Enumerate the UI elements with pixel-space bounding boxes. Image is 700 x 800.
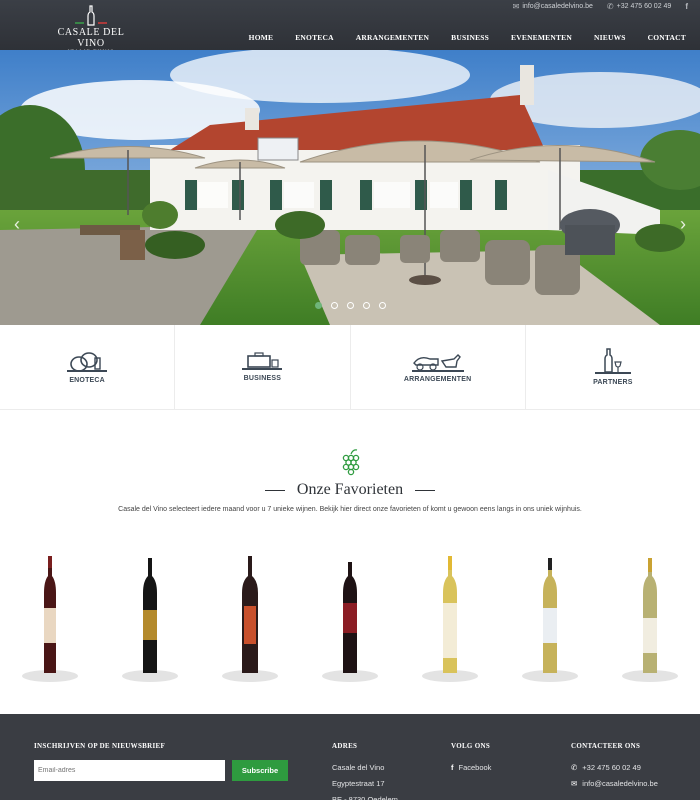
tile-enoteca[interactable]: ENOTECA bbox=[0, 325, 176, 409]
address-line-3: BE - 8730 Oedelem bbox=[332, 795, 398, 800]
page: ✉ info@casaledelvino.be ✆ +32 475 60 02 … bbox=[0, 0, 700, 800]
footer-address: ADRES Casale del Vino Egyptestraat 17 BE… bbox=[332, 742, 398, 800]
barrels-icon bbox=[67, 352, 108, 372]
red-wine-bottle-4[interactable] bbox=[320, 548, 380, 688]
contact-phone-text[interactable]: +32 475 60 02 49 bbox=[582, 760, 641, 776]
footer-follow: VOLG ONS f Facebook bbox=[451, 742, 491, 776]
nav-arrangementen[interactable]: ARRANGEMENTEN bbox=[345, 33, 440, 42]
grapes-icon bbox=[342, 449, 360, 476]
hero-image bbox=[0, 50, 700, 325]
slider-next-icon[interactable]: › bbox=[680, 215, 686, 233]
slider-dot-1[interactable] bbox=[314, 302, 322, 309]
wine-item[interactable] bbox=[100, 548, 200, 698]
nav-home[interactable]: HOME bbox=[238, 33, 285, 42]
favorites-title: Onze Favorieten bbox=[296, 481, 404, 498]
phone-icon: ✆ bbox=[571, 763, 578, 772]
contact-email-text[interactable]: info@casaledelvino.be bbox=[582, 776, 658, 792]
topbar-phone-text[interactable]: +32 475 60 02 49 bbox=[617, 3, 672, 10]
top-bar: ✉ info@casaledelvino.be ✆ +32 475 60 02 … bbox=[513, 2, 688, 11]
briefcase-icon bbox=[242, 352, 283, 370]
tile-partners-label: PARTNERS bbox=[593, 379, 633, 386]
site-footer: INSCHRIJVEN OP DE NIEUWSBRIEF ADRES Casa… bbox=[0, 714, 700, 800]
topbar-email-text[interactable]: info@casaledelvino.be bbox=[522, 3, 593, 10]
red-wine-bottle-2[interactable] bbox=[120, 548, 180, 688]
tile-partners[interactable]: PARTNERS bbox=[526, 325, 700, 409]
nav-nieuws[interactable]: NIEUWS bbox=[583, 33, 637, 42]
wine-item[interactable] bbox=[300, 548, 400, 698]
topbar-phone[interactable]: ✆ +32 475 60 02 49 bbox=[607, 2, 671, 11]
heading-rule-right bbox=[415, 489, 436, 491]
wine-bottle-logo-icon bbox=[75, 5, 107, 26]
bottle-glass-icon bbox=[594, 348, 631, 374]
site-header: ✉ info@casaledelvino.be ✆ +32 475 60 02 … bbox=[0, 0, 700, 55]
slider-dot-2[interactable] bbox=[330, 302, 338, 309]
tile-enoteca-label: ENOTECA bbox=[69, 377, 105, 384]
wine-item[interactable] bbox=[600, 548, 700, 698]
address-lines: Casale del Vino Egyptestraat 17 BE - 873… bbox=[332, 760, 398, 800]
horse-carriage-icon bbox=[411, 354, 464, 372]
nav-enoteca[interactable]: ENOTECA bbox=[284, 33, 345, 42]
tile-arrangementen[interactable]: ARRANGEMENTEN bbox=[351, 325, 526, 409]
contact-email[interactable]: ✉ info@casaledelvino.be bbox=[571, 776, 658, 792]
wine-bottle-row bbox=[0, 548, 700, 698]
topbar-email[interactable]: ✉ info@casaledelvino.be bbox=[513, 2, 593, 11]
favorites-heading: Onze Favorieten bbox=[0, 481, 700, 499]
contact-lines: ✆ +32 475 60 02 49 ✉ info@casaledelvino.… bbox=[571, 760, 658, 792]
tile-business-label: BUSINESS bbox=[243, 375, 282, 382]
contact-phone[interactable]: ✆ +32 475 60 02 49 bbox=[571, 760, 658, 776]
contact-heading: CONTACTEER ONS bbox=[571, 742, 641, 750]
logo-brand: CASALE DEL VINO bbox=[57, 27, 125, 49]
slider-pagination bbox=[0, 302, 700, 309]
tile-business[interactable]: BUSINESS bbox=[175, 325, 351, 409]
slider-prev-icon[interactable]: ‹ bbox=[14, 215, 20, 233]
white-wine-bottle-3[interactable] bbox=[620, 548, 680, 688]
phone-icon: ✆ bbox=[606, 2, 614, 11]
slider-dot-4[interactable] bbox=[362, 302, 370, 309]
site-logo[interactable]: CASALE DEL VINO ITALIE THUIS bbox=[48, 4, 134, 55]
nav-evenementen[interactable]: EVENEMENTEN bbox=[500, 33, 583, 42]
red-wine-bottle-3[interactable] bbox=[220, 548, 280, 688]
main-nav: HOME ENOTECA ARRANGEMENTEN BUSINESS EVEN… bbox=[238, 33, 688, 42]
nav-contact[interactable]: CONTACT bbox=[637, 33, 688, 42]
facebook-label[interactable]: Facebook bbox=[459, 760, 492, 776]
newsletter-email-input[interactable] bbox=[34, 760, 225, 781]
hero-slider: ‹ › bbox=[0, 50, 700, 325]
subscribe-button[interactable]: Subscribe bbox=[232, 760, 288, 781]
wine-item[interactable] bbox=[200, 548, 300, 698]
nav-business[interactable]: BUSINESS bbox=[440, 33, 500, 42]
envelope-icon: ✉ bbox=[512, 2, 520, 11]
wine-item[interactable] bbox=[400, 548, 500, 698]
heading-rule-left bbox=[264, 489, 285, 491]
facebook-link[interactable]: f bbox=[685, 2, 688, 11]
address-line-2: Egyptestraat 17 bbox=[332, 779, 385, 788]
follow-heading: VOLG ONS bbox=[451, 742, 491, 750]
envelope-icon: ✉ bbox=[571, 779, 578, 788]
facebook-icon[interactable]: f bbox=[685, 2, 688, 11]
facebook-icon: f bbox=[451, 763, 454, 772]
white-wine-bottle-2[interactable] bbox=[520, 548, 580, 688]
wine-item[interactable] bbox=[0, 548, 100, 698]
slider-dot-5[interactable] bbox=[378, 302, 386, 309]
address-heading: ADRES bbox=[332, 742, 358, 750]
tile-arrangementen-label: ARRANGEMENTEN bbox=[403, 376, 472, 383]
favorites-description: Casale del Vino selecteert iedere maand … bbox=[118, 506, 582, 513]
address-line-1: Casale del Vino bbox=[332, 763, 385, 772]
red-wine-bottle-1[interactable] bbox=[20, 548, 80, 688]
slider-dot-3[interactable] bbox=[346, 302, 354, 309]
newsletter-heading: INSCHRIJVEN OP DE NIEUWSBRIEF bbox=[34, 742, 166, 750]
service-tiles: ENOTECA BUSINESS ARRANGEMENTEN PARTNERS bbox=[0, 325, 700, 410]
footer-newsletter: INSCHRIJVEN OP DE NIEUWSBRIEF bbox=[34, 742, 165, 750]
facebook-footer-link[interactable]: f Facebook bbox=[451, 760, 491, 776]
wine-item[interactable] bbox=[500, 548, 600, 698]
footer-contact: CONTACTEER ONS ✆ +32 475 60 02 49 ✉ info… bbox=[571, 742, 658, 792]
white-wine-bottle-1[interactable] bbox=[420, 548, 480, 688]
follow-links: f Facebook bbox=[451, 760, 491, 776]
